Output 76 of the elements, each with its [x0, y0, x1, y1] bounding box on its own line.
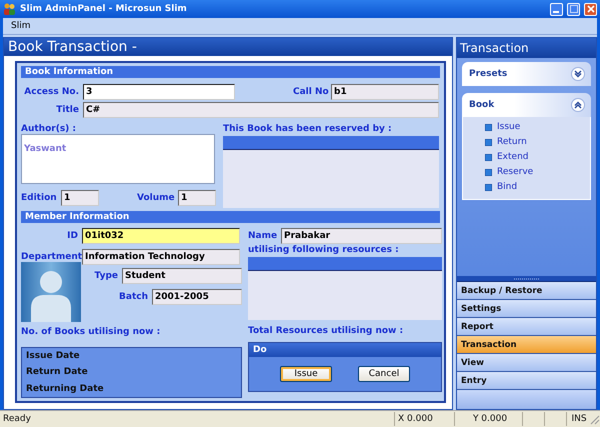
field-label: Name [248, 231, 278, 241]
field-label: Batch [118, 292, 149, 302]
task-link[interactable]: Issue [497, 122, 520, 132]
section-heading: Member Information [21, 211, 440, 223]
authors-list[interactable]: Yaswant [21, 134, 215, 184]
field-label: No. of Books utilising now : [21, 327, 162, 337]
field-label: Access No. [23, 87, 80, 97]
department-field[interactable]: Information Technology [82, 249, 240, 265]
group-header[interactable]: Presets [462, 62, 591, 86]
group-title: Book [469, 100, 494, 110]
people-icon [3, 3, 16, 15]
nav-button[interactable]: Settings [457, 300, 596, 318]
field-label: Total Resources utilising now : [248, 326, 404, 336]
type-field[interactable]: Student [122, 268, 242, 284]
section-heading: Book Information [21, 66, 440, 78]
edition-field[interactable]: 1 [61, 190, 99, 206]
access-no-field[interactable]: 3 [83, 84, 235, 100]
call-no-field[interactable]: b1 [331, 84, 439, 100]
close-button[interactable] [584, 2, 597, 16]
field-label: Department [21, 252, 82, 262]
issue-button[interactable]: Issue [280, 366, 332, 382]
panel-title: Do [249, 343, 441, 357]
panel-title: Transaction [457, 38, 596, 58]
date-label: Returning Date [26, 384, 105, 394]
menu-item[interactable]: Slim [11, 21, 30, 31]
square-bullet-icon [485, 184, 492, 190]
field-label: Call No [293, 87, 330, 97]
square-bullet-icon [485, 168, 492, 176]
field-label: ID [66, 231, 79, 241]
nav-button[interactable]: Report [457, 318, 596, 336]
window-title: Slim AdminPanel - Microsun Slim [20, 4, 188, 14]
expand-chevron-icon[interactable] [571, 67, 585, 81]
id-field[interactable]: 01it032 [82, 228, 240, 244]
date-label: Return Date [26, 367, 89, 378]
maximize-button[interactable] [567, 2, 580, 16]
batch-field[interactable]: 2001-2005 [152, 289, 242, 305]
title-field[interactable]: C# [83, 102, 439, 118]
cancel-button[interactable]: Cancel [358, 366, 410, 382]
field-label: utilising following resources : [248, 245, 400, 255]
person-silhouette-icon [21, 262, 81, 322]
status-text: Ready [2, 414, 32, 424]
field-label: Edition [21, 193, 58, 203]
author-item[interactable]: Yaswant [24, 144, 66, 154]
field-label: Title [55, 105, 80, 115]
resources-list[interactable] [248, 257, 442, 320]
name-field[interactable]: Prabakar [281, 228, 442, 244]
group-header[interactable]: Book [462, 93, 591, 117]
task-link[interactable]: Reserve [497, 167, 534, 177]
field-label: Type [94, 271, 119, 281]
square-bullet-icon [485, 154, 492, 160]
field-label: This Book has been reserved by : [223, 124, 393, 134]
insert-mode-indicator: INS [566, 412, 588, 426]
reserved-list[interactable] [223, 136, 439, 208]
group-title: Presets [469, 69, 508, 79]
splitter-handle[interactable] [457, 276, 596, 282]
square-bullet-icon [485, 124, 492, 130]
task-link[interactable]: Extend [497, 152, 528, 162]
x-coordinate: X 0.000 [394, 412, 454, 426]
nav-button[interactable]: Entry [457, 372, 596, 390]
square-bullet-icon [485, 138, 492, 146]
field-label: Author(s) : [21, 124, 78, 134]
volume-field[interactable]: 1 [178, 190, 216, 206]
task-link[interactable]: Bind [497, 182, 518, 192]
maximize-icon [570, 5, 578, 13]
task-link[interactable]: Return [497, 137, 527, 147]
y-coordinate: Y 0.000 [454, 412, 522, 426]
nav-button[interactable]: Transaction [457, 336, 596, 354]
collapse-chevron-icon[interactable] [571, 98, 585, 112]
page-title: Book Transaction - [4, 38, 452, 56]
nav-button[interactable]: Backup / Restore [457, 282, 596, 300]
date-label: Issue Date [26, 351, 81, 362]
resize-grip-icon[interactable] [588, 413, 600, 425]
field-label: Volume [137, 193, 176, 203]
minimize-button[interactable] [550, 2, 563, 16]
nav-button[interactable]: View [457, 354, 596, 372]
close-icon [586, 5, 594, 13]
